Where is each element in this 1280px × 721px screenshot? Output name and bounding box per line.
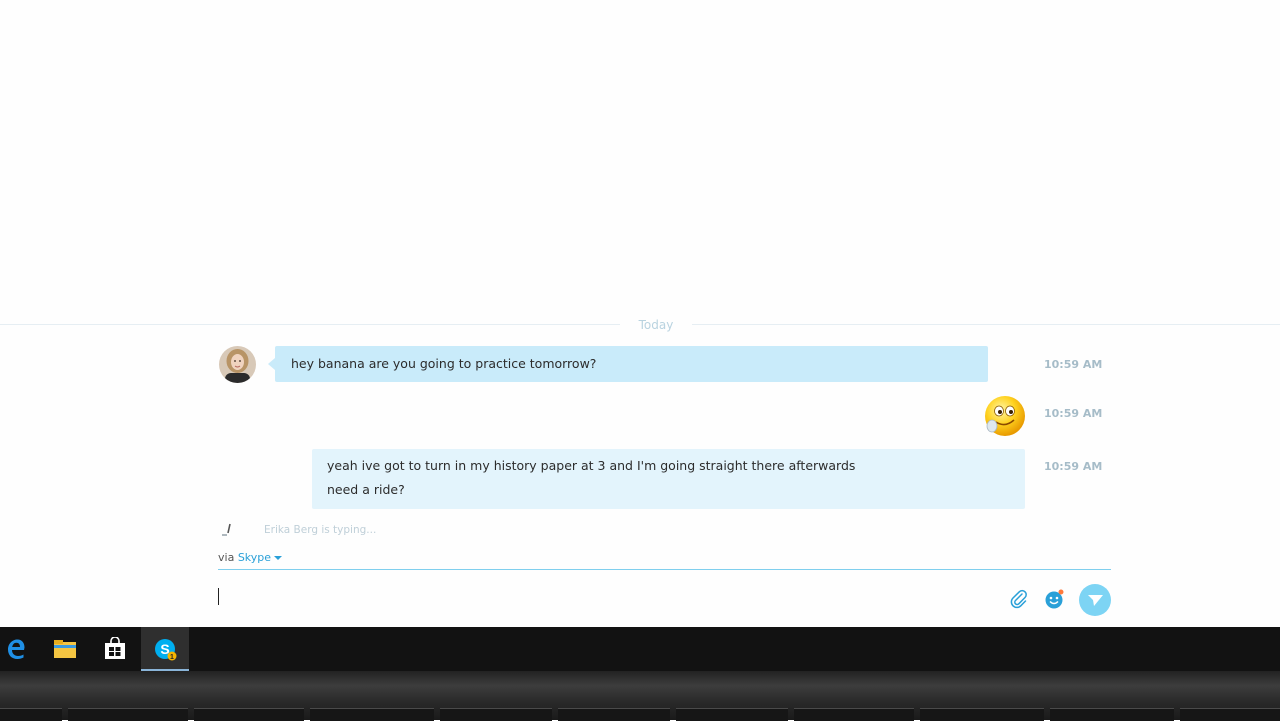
skype-icon: S 1	[155, 639, 177, 661]
message-text: hey banana are you going to practice tom…	[291, 356, 597, 371]
message-timestamp: 10:59 AM	[1044, 460, 1103, 473]
send-button[interactable]	[1079, 584, 1111, 616]
keyboard-key	[1180, 708, 1280, 721]
typing-indicator: Erika Berg is typing...	[264, 524, 377, 536]
message-bubble-incoming[interactable]: hey banana are you going to practice tom…	[268, 346, 988, 382]
edge-icon	[8, 639, 25, 659]
tongue-out-emoticon[interactable]	[983, 395, 1027, 439]
message-input[interactable]	[218, 580, 988, 612]
taskbar-skype[interactable]: S 1	[141, 627, 189, 671]
via-prefix: via	[218, 551, 235, 564]
skype-chat-window: Today hey banana are you going to practi…	[0, 0, 1280, 627]
taskbar-store[interactable]	[91, 627, 139, 671]
chevron-down-icon	[274, 556, 283, 560]
attach-file-button[interactable]	[1008, 588, 1030, 610]
message-text-line: need a ride?	[327, 482, 405, 497]
store-icon	[105, 637, 125, 659]
keyboard-key	[440, 708, 552, 721]
emoticons-button[interactable]	[1043, 588, 1065, 610]
message-text-line: yeah ive got to turn in my history paper…	[327, 458, 856, 473]
keyboard-key	[310, 708, 434, 721]
compose-divider	[218, 569, 1111, 570]
keyboard-key	[0, 708, 62, 721]
keyboard-key	[558, 708, 670, 721]
keyboard-key	[68, 708, 188, 721]
taskbar-file-explorer[interactable]	[41, 627, 89, 671]
smiley-icon	[1045, 589, 1064, 609]
text-cursor	[218, 588, 219, 605]
via-service-selector[interactable]: via Skype	[218, 551, 283, 564]
file-explorer-icon	[54, 640, 76, 658]
keyboard-key	[920, 708, 1044, 721]
keyboard-key	[676, 708, 788, 721]
pencil-icon	[220, 521, 236, 537]
keyboard-key	[194, 708, 304, 721]
day-label: Today	[620, 317, 692, 333]
taskbar-edge[interactable]	[0, 627, 40, 671]
send-arrow-icon	[1088, 595, 1103, 606]
message-timestamp: 10:59 AM	[1044, 407, 1103, 420]
message-timestamp: 10:59 AM	[1044, 358, 1103, 371]
windows-taskbar: S 1	[0, 627, 1280, 671]
service-name: Skype	[237, 551, 272, 564]
keyboard-key	[1050, 708, 1174, 721]
svg-text:1: 1	[170, 654, 174, 661]
contact-avatar[interactable]	[219, 346, 256, 383]
message-bubble-outgoing[interactable]: yeah ive got to turn in my history paper…	[312, 449, 1025, 509]
keyboard-key	[794, 708, 914, 721]
paperclip-icon	[1010, 589, 1027, 609]
